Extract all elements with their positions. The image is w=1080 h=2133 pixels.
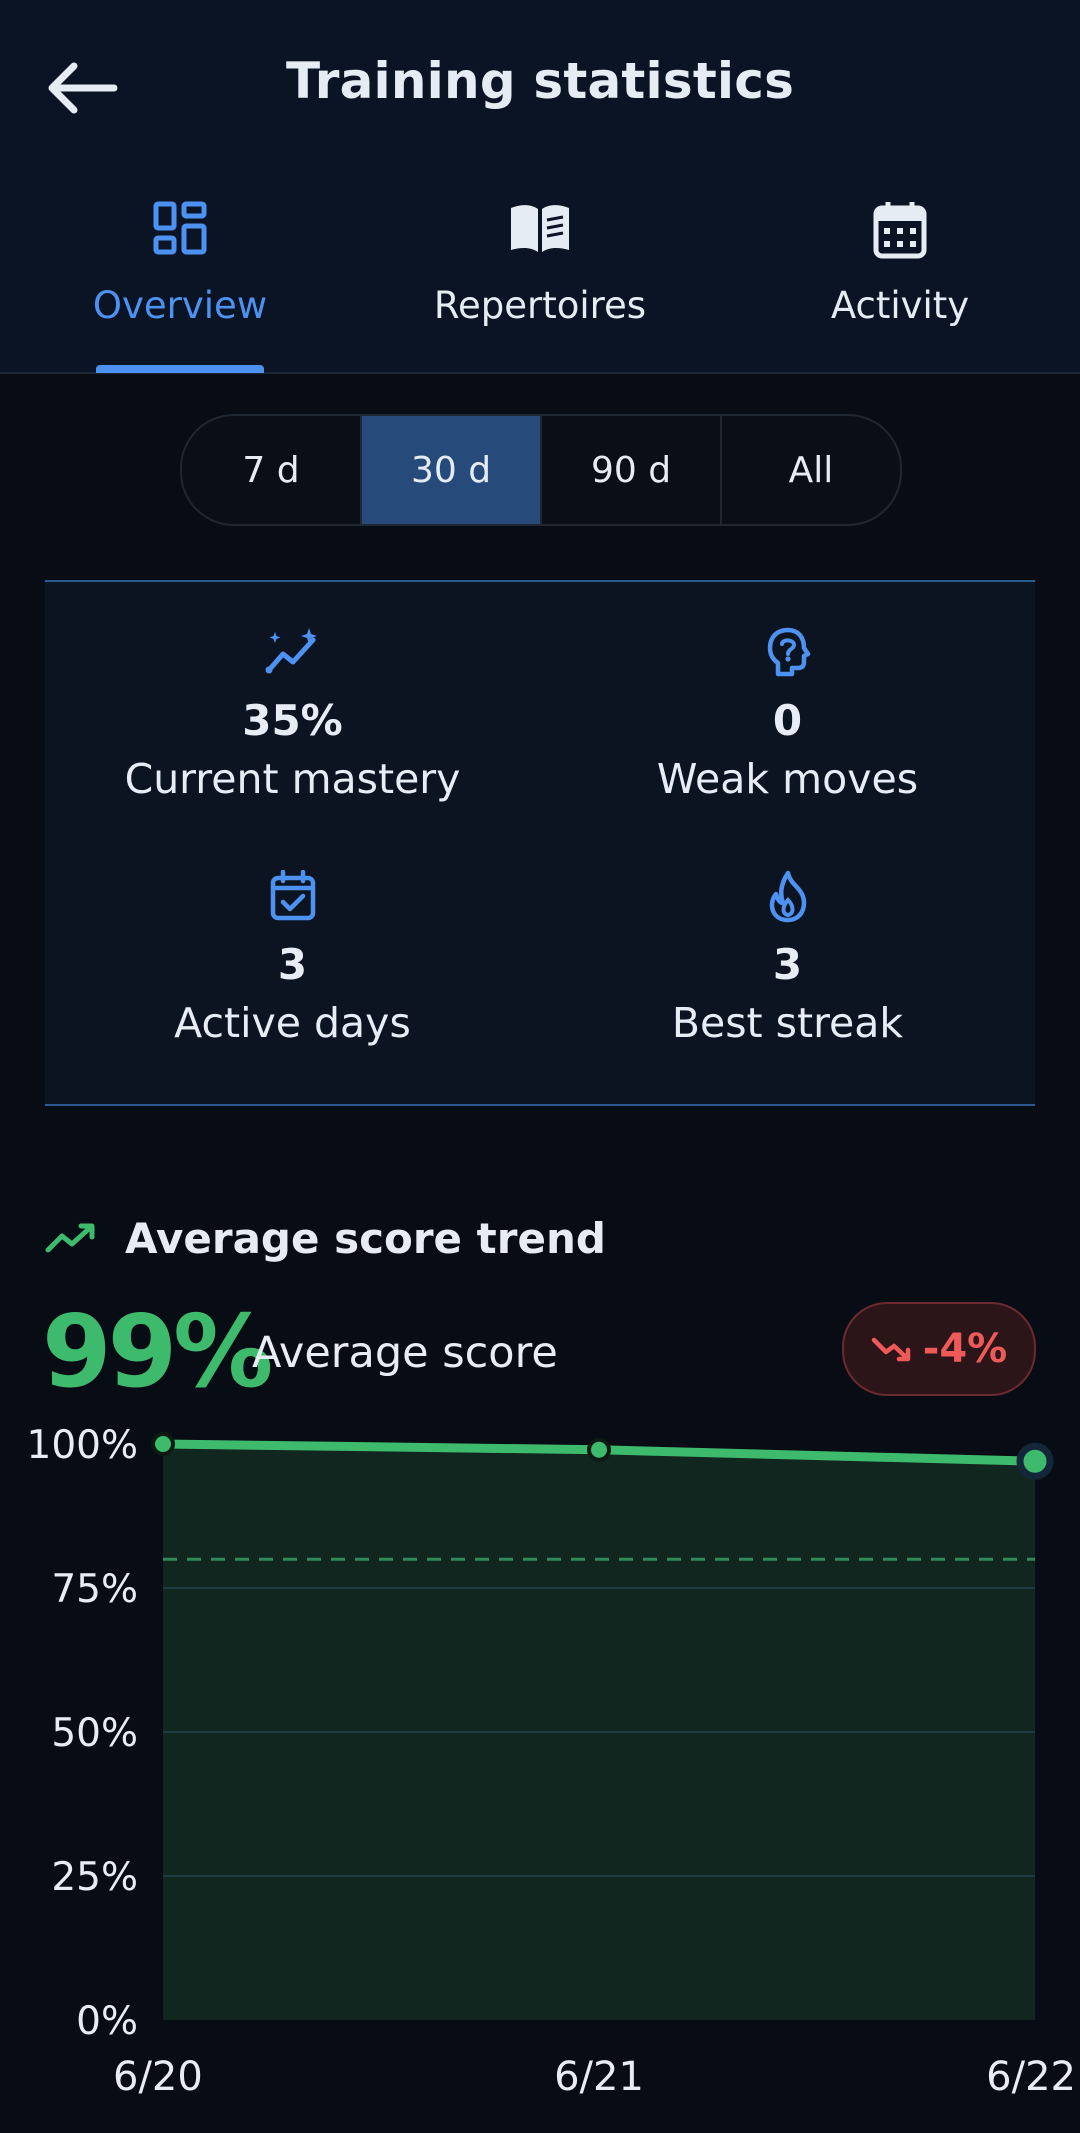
average-score-value: 99% <box>42 1293 273 1410</box>
stat-label: Current mastery <box>124 755 461 803</box>
chart-y-tick-label: 75% <box>51 1567 138 1612</box>
stats-card: 35% Current mastery 0 Weak moves 3 Activ… <box>45 580 1035 1106</box>
head-question-icon <box>767 627 810 677</box>
calendar-icon <box>873 202 927 259</box>
range-30d-button[interactable]: 30 d <box>362 416 542 524</box>
section-title: Average score trend <box>125 1213 606 1263</box>
range-90d-button[interactable]: 90 d <box>542 416 722 524</box>
calendar-check-icon <box>270 870 315 921</box>
stat-current-mastery: 35% Current mastery <box>45 626 540 803</box>
chart-data-point <box>587 1437 611 1462</box>
average-score-chart: 0% 25% 50% 75% 100% 6/20 6/21 6/22 <box>27 1423 1077 2100</box>
stat-weak-moves: 0 Weak moves <box>540 626 1035 803</box>
flame-icon <box>769 870 806 923</box>
app-header: Training statistics Overview Repertoires… <box>0 0 1080 374</box>
tab-activity[interactable]: Activity <box>750 200 1050 372</box>
trending-down-icon <box>871 1337 910 1362</box>
tab-repertoires[interactable]: Repertoires <box>390 200 690 372</box>
tab-label: Overview <box>92 284 268 327</box>
page-title: Training statistics <box>285 52 795 110</box>
tab-label: Repertoires <box>433 284 647 327</box>
stat-best-streak: 3 Best streak <box>540 870 1035 1047</box>
chart-y-tick-label: 50% <box>51 1711 138 1756</box>
chart-x-tick-label: 6/22 <box>986 2054 1076 2100</box>
stat-label: Active days <box>174 999 411 1047</box>
range-all-button[interactable]: All <box>722 416 900 524</box>
chart-y-tick-label: 0% <box>76 1999 138 2044</box>
chart-data-point <box>1016 1442 1054 1480</box>
chart-x-tick-label: 6/21 <box>554 2054 644 2100</box>
chart-data-point <box>151 1432 175 1456</box>
stat-active-days: 3 Active days <box>45 870 540 1047</box>
time-range-selector: 7 d 30 d 90 d All <box>180 414 902 526</box>
stat-label: Best streak <box>671 999 904 1047</box>
score-change-badge: -4% <box>842 1302 1036 1396</box>
stat-value: 3 <box>772 940 803 989</box>
chart-y-tick-label: 100% <box>27 1423 139 1468</box>
chart-x-tick-label: 6/20 <box>113 2054 203 2100</box>
range-7d-button[interactable]: 7 d <box>182 416 362 524</box>
open-book-icon <box>511 205 569 252</box>
trend-section-header: Average score trend <box>45 1208 606 1268</box>
stat-value: 35% <box>242 696 343 745</box>
tab-overview[interactable]: Overview <box>30 200 330 372</box>
tab-label: Activity <box>830 284 970 327</box>
active-tab-indicator <box>96 365 264 373</box>
chart-y-tick-label: 25% <box>51 1855 138 1900</box>
sparkle-trend-icon <box>265 628 317 674</box>
trending-up-icon <box>45 1223 95 1253</box>
average-score-label: Average score <box>252 1328 558 1378</box>
dashboard-icon <box>153 201 207 255</box>
stat-value: 3 <box>277 940 308 989</box>
stat-label: Weak moves <box>656 755 919 803</box>
stat-value: 0 <box>772 696 803 745</box>
score-change-value: -4% <box>922 1326 1008 1372</box>
